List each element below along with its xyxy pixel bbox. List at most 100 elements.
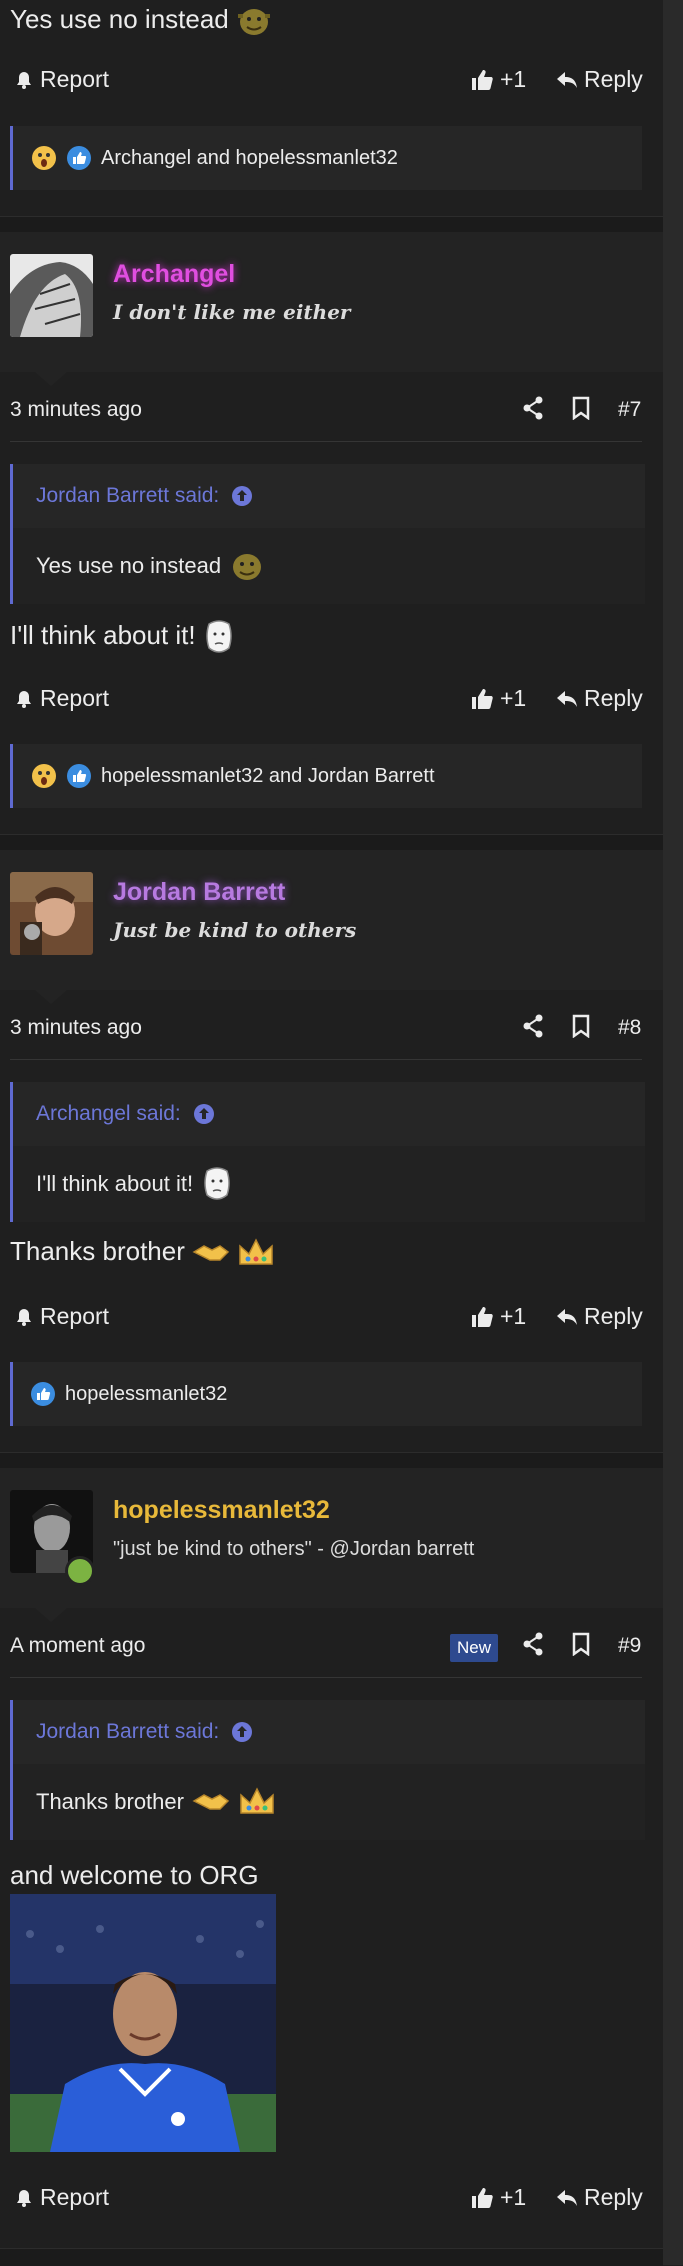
quote-text: Thanks brother (36, 1789, 184, 1814)
divider (10, 1059, 642, 1060)
username[interactable]: Jordan Barrett (113, 878, 285, 907)
thumbs-up-icon (472, 1306, 493, 1327)
reply-button[interactable]: Reply (556, 685, 643, 712)
post-actions: Report +1 Reply (0, 1303, 663, 1343)
post-time[interactable]: 3 minutes ago (10, 398, 142, 422)
thumbs-up-icon (472, 688, 493, 709)
reply-button[interactable]: Reply (556, 2184, 643, 2211)
bell-icon (17, 690, 31, 708)
quote-body: Thanks brother (13, 1764, 645, 1840)
reaction-users[interactable]: hopelessmanlet32 (65, 1383, 227, 1406)
reply-label: Reply (584, 66, 643, 92)
report-button[interactable]: Report (14, 685, 109, 712)
user-header: hopelessmanlet32 "just be kind to others… (0, 1468, 663, 1608)
reaction-summary[interactable]: hopelessmanlet32 and Jordan Barrett (10, 744, 642, 808)
bookmark-icon[interactable] (572, 396, 590, 420)
report-label: Report (40, 66, 110, 92)
like-reaction-icon (67, 146, 91, 170)
like-count: +1 (500, 2184, 527, 2210)
reaction-summary[interactable]: Archangel and hopelessmanlet32 (10, 126, 642, 190)
post-body-text: and welcome to ORG (10, 1860, 259, 1890)
quote-header[interactable]: Archangel said: (13, 1082, 645, 1146)
report-label: Report (40, 685, 110, 711)
report-button[interactable]: Report (14, 2184, 109, 2211)
post-body: Yes use no instead (10, 4, 272, 37)
reaction-users[interactable]: hopelessmanlet32 and Jordan Barrett (101, 765, 435, 788)
post-meta: A moment ago New #9 (0, 1622, 663, 1672)
share-icon[interactable] (522, 1014, 544, 1038)
reply-button[interactable]: Reply (556, 1303, 643, 1330)
post-number[interactable]: #7 (618, 398, 641, 422)
username[interactable]: hopelessmanlet32 (113, 1496, 330, 1525)
like-count: +1 (500, 685, 527, 711)
avatar-jordan-barrett[interactable] (10, 872, 93, 955)
user-header: Jordan Barrett Just be kind to others (0, 850, 663, 990)
post-actions: Report +1 Reply (0, 2184, 663, 2224)
reply-icon (557, 71, 577, 88)
post-separator (0, 2248, 663, 2266)
avatar-image (10, 872, 93, 955)
bookmark-icon[interactable] (572, 1014, 590, 1038)
post-meta: 3 minutes ago #8 (0, 1004, 663, 1054)
quote-block: Jordan Barrett said: Thanks brother (10, 1700, 645, 1840)
share-icon[interactable] (522, 396, 544, 420)
reply-icon (557, 1308, 577, 1325)
divider (10, 441, 642, 442)
quote-author[interactable]: Jordan Barrett said: (36, 1720, 219, 1744)
arrow-up-circle-icon[interactable] (231, 485, 253, 507)
footballer-image (10, 1894, 276, 2152)
reply-icon (557, 2189, 577, 2206)
wojak-emoji-icon (206, 620, 232, 653)
crown-emoji-icon (240, 1787, 274, 1814)
new-badge: New (450, 1634, 499, 1662)
wow-emoji-icon (32, 146, 56, 170)
report-button[interactable]: Report (14, 1303, 109, 1330)
quote-body: I'll think about it! (13, 1146, 645, 1222)
quote-text: I'll think about it! (36, 1171, 194, 1196)
like-button[interactable]: +1 (470, 1303, 526, 1330)
post-body-text: Thanks brother (10, 1236, 185, 1266)
quote-header[interactable]: Jordan Barrett said: (13, 1700, 645, 1764)
share-icon[interactable] (522, 1632, 544, 1656)
post-number[interactable]: #9 (618, 1634, 641, 1658)
post-separator (0, 1452, 663, 1469)
quote-header[interactable]: Jordan Barrett said: (13, 464, 645, 528)
bell-icon (17, 71, 31, 89)
post-gif-image[interactable] (10, 1894, 276, 2152)
quote-author[interactable]: Archangel said: (36, 1102, 181, 1126)
post-number[interactable]: #8 (618, 1016, 641, 1040)
header-pointer (35, 990, 67, 1004)
reaction-users[interactable]: Archangel and hopelessmanlet32 (101, 147, 398, 170)
user-title: "just be kind to others" - @Jordan barre… (113, 1538, 475, 1560)
reaction-summary[interactable]: hopelessmanlet32 (10, 1362, 642, 1426)
like-button[interactable]: +1 (470, 685, 526, 712)
bookmark-icon[interactable] (572, 1632, 590, 1656)
page-scrollbar[interactable] (663, 0, 683, 2265)
quote-body: Yes use no instead (13, 528, 645, 604)
post-time[interactable]: 3 minutes ago (10, 1016, 142, 1040)
like-button[interactable]: +1 (470, 2184, 526, 2211)
post-actions: Report +1 Reply (0, 66, 663, 106)
avatar-archangel[interactable] (10, 254, 93, 337)
crown-emoji-icon (239, 1238, 274, 1265)
reply-label: Reply (584, 2184, 643, 2210)
post-time[interactable]: A moment ago (10, 1634, 145, 1658)
like-reaction-icon (31, 1382, 55, 1406)
user-title: Just be kind to others (113, 918, 357, 942)
report-label: Report (40, 2184, 110, 2210)
quote-author[interactable]: Jordan Barrett said: (36, 484, 219, 508)
thumbs-up-icon (472, 2187, 493, 2208)
quote-block: Archangel said: I'll think about it! (10, 1082, 645, 1222)
divider (10, 1677, 642, 1678)
reply-label: Reply (584, 1303, 643, 1329)
arrow-up-circle-icon[interactable] (193, 1103, 215, 1125)
username[interactable]: Archangel (113, 260, 235, 289)
report-button[interactable]: Report (14, 66, 109, 93)
post-body: Thanks brother (10, 1236, 275, 1270)
post-body-text: I'll think about it! (10, 619, 196, 650)
like-button[interactable]: +1 (470, 66, 526, 93)
arrow-up-circle-icon[interactable] (231, 1721, 253, 1743)
header-pointer (35, 372, 67, 386)
shrek-emoji-icon (238, 9, 270, 36)
reply-button[interactable]: Reply (556, 66, 643, 93)
